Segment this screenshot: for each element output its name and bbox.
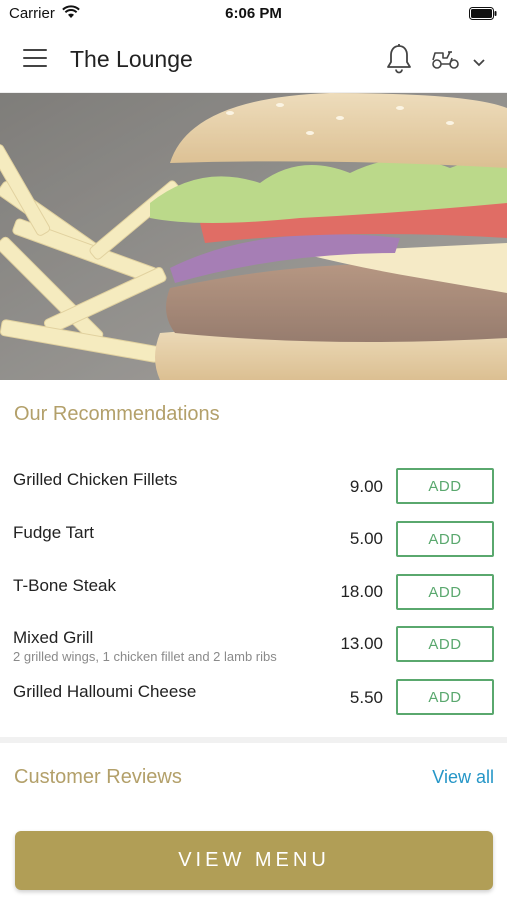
- status-bar: Carrier 6:06 PM: [0, 0, 507, 28]
- add-button[interactable]: ADD: [396, 626, 494, 662]
- bell-icon[interactable]: [385, 43, 413, 80]
- add-button[interactable]: ADD: [396, 468, 494, 504]
- item-name: T-Bone Steak: [13, 576, 117, 595]
- item-price: 9.00: [349, 477, 383, 496]
- item-name: Fudge Tart: [13, 523, 94, 542]
- recommendations-title: Our Recommendations: [14, 403, 220, 425]
- item-description: 2 grilled wings, 1 chicken fillet and 2 …: [13, 649, 277, 664]
- chevron-down-icon[interactable]: [472, 55, 486, 73]
- item-name: Grilled Halloumi Cheese: [13, 682, 197, 701]
- item-name: Grilled Chicken Fillets: [13, 470, 178, 489]
- view-menu-button[interactable]: VIEW MENU: [15, 831, 493, 890]
- battery-icon: [469, 7, 497, 25]
- section-divider: [0, 737, 507, 743]
- status-time: 6:06 PM: [225, 5, 282, 22]
- add-button[interactable]: ADD: [396, 574, 494, 610]
- add-button[interactable]: ADD: [396, 679, 494, 715]
- item-price: 13.00: [340, 634, 383, 653]
- add-button[interactable]: ADD: [396, 521, 494, 557]
- view-all-link[interactable]: View all: [432, 767, 494, 788]
- hero-image: [0, 93, 507, 380]
- item-name: Mixed Grill: [13, 628, 94, 647]
- item-price: 18.00: [340, 582, 383, 601]
- item-price: 5.50: [349, 688, 383, 707]
- scooter-icon[interactable]: [431, 48, 461, 75]
- nav-bar: The Lounge: [0, 28, 507, 93]
- reviews-title: Customer Reviews: [14, 766, 182, 788]
- page-title: The Lounge: [70, 46, 193, 72]
- item-price: 5.00: [349, 529, 383, 548]
- menu-icon[interactable]: [23, 49, 47, 71]
